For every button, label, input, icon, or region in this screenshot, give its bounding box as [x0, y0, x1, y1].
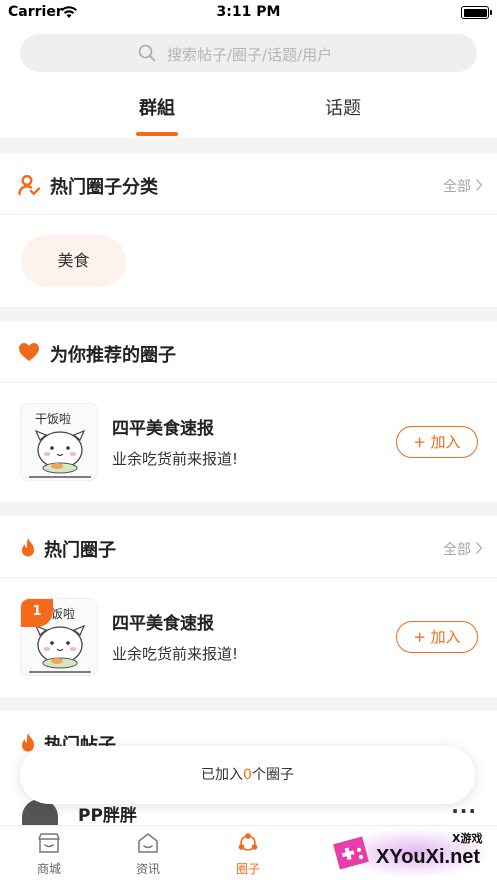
- more-options-icon[interactable]: ···: [451, 799, 477, 823]
- fire-icon: [20, 537, 36, 561]
- category-chip[interactable]: 美食: [21, 235, 126, 287]
- home-icon: [136, 833, 160, 858]
- search-placeholder: 搜索帖子/圈子/话题/用户: [167, 46, 333, 64]
- hot-groups-card: 热门圈子 全部 饭啦 1 四平美食速报 业余吃货前来报道! + 加入: [0, 516, 497, 697]
- group-avatar: 干饭啦: [20, 403, 98, 481]
- chevron-right-icon[interactable]: [475, 540, 483, 559]
- svg-text:饭啦: 饭啦: [51, 606, 75, 621]
- circle-icon: [236, 833, 260, 858]
- join-button[interactable]: + 加入: [396, 621, 478, 653]
- top-header: 搜索帖子/圈子/话题/用户 群組 话题: [0, 26, 497, 138]
- joined-count-toast[interactable]: 已加入0个圈子: [20, 746, 475, 804]
- svg-text:干饭啦: 干饭啦: [35, 411, 71, 426]
- tab-store[interactable]: 商城: [19, 832, 79, 877]
- section-header: 热门圈子 全部: [0, 516, 497, 578]
- tab-label: 商城: [36, 862, 61, 876]
- join-button[interactable]: + 加入: [396, 426, 478, 458]
- tab-topics[interactable]: 话题: [316, 94, 370, 120]
- site-watermark: X游戏 XYouXi.net: [322, 826, 492, 880]
- tab-circles[interactable]: 圈子: [218, 832, 278, 877]
- tab-active-indicator: [136, 132, 178, 136]
- see-all-link[interactable]: 全部: [443, 539, 471, 559]
- tab-label: 资讯: [135, 862, 160, 876]
- section-title: 为你推荐的圈子: [50, 345, 176, 366]
- watermark-small-text: X游戏: [452, 832, 483, 845]
- battery-icon: [461, 6, 492, 19]
- status-bar: Carrier 3:11 PM: [0, 0, 497, 26]
- store-icon: [37, 833, 61, 858]
- section-header: 热门圈子分类 全部: [0, 153, 497, 215]
- hot-categories-card: 热门圈子分类 全部 美食: [0, 153, 497, 307]
- joined-count: 0: [243, 767, 252, 783]
- post-author[interactable]: PP胖胖: [78, 801, 137, 826]
- tab-news[interactable]: 资讯: [118, 832, 178, 877]
- user-check-icon: [18, 174, 41, 200]
- watermark-text: XYouXi.net: [376, 846, 481, 868]
- heart-icon: [18, 342, 40, 366]
- section-header: 为你推荐的圈子: [0, 321, 497, 383]
- chevron-right-icon[interactable]: [475, 177, 483, 196]
- group-list-item[interactable]: 饭啦 1 四平美食速报 业余吃货前来报道! + 加入: [0, 578, 497, 696]
- clock: 3:11 PM: [216, 4, 281, 20]
- group-name: 四平美食速报: [112, 419, 214, 439]
- tab-groups[interactable]: 群組: [128, 94, 186, 120]
- toast-prefix: 已加入: [201, 767, 244, 783]
- search-bar[interactable]: 搜索帖子/圈子/话题/用户: [20, 34, 477, 72]
- group-description: 业余吃货前来报道!: [112, 645, 239, 663]
- search-icon: [138, 44, 156, 66]
- see-all-link[interactable]: 全部: [443, 176, 471, 196]
- gamepad-logo-icon: [328, 830, 374, 880]
- section-title: 热门圈子分类: [50, 177, 158, 198]
- recommended-card: 为你推荐的圈子 干饭啦 四平美食速报 业余吃货前来报道! + 加入: [0, 321, 497, 502]
- group-name: 四平美食速报: [112, 614, 214, 634]
- section-title: 热门圈子: [44, 540, 116, 561]
- tab-label: 圈子: [235, 862, 260, 876]
- group-avatar: 饭啦 1: [20, 598, 98, 676]
- toast-suffix: 个圈子: [251, 767, 294, 783]
- group-list-item[interactable]: 干饭啦 四平美食速报 业余吃货前来报道! + 加入: [0, 383, 497, 501]
- group-description: 业余吃货前来报道!: [112, 450, 239, 468]
